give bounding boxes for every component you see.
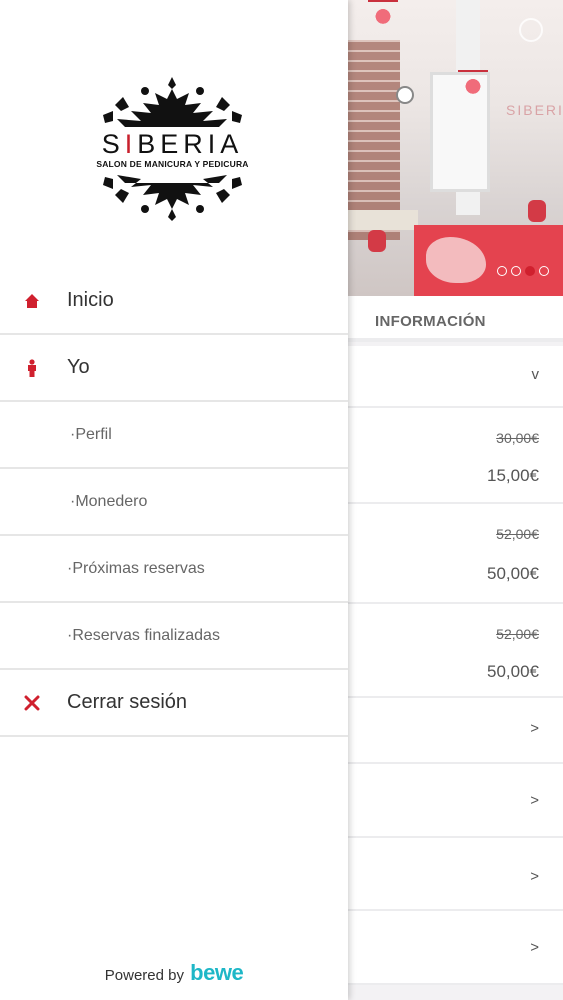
price: 15,00€ [487, 466, 539, 485]
copyright-icon [519, 18, 543, 42]
old-price: 30,00€ [496, 430, 539, 446]
menu-sublabel: ·Próximas reservas [67, 559, 205, 577]
carousel-dot[interactable] [497, 266, 507, 276]
service-row[interactable]: 52,00€ 50,00€ [348, 504, 563, 604]
info-section-title: INFORMACIÓN [348, 296, 563, 342]
old-price: 52,00€ [496, 526, 539, 542]
chevron-right-icon[interactable]: > [530, 792, 539, 809]
service-list: v 30,00€ 15,00€ 52,00€ 50,00€ 52,00€ 50,… [348, 346, 563, 985]
menu-item-cerrar-sesion[interactable]: Cerrar sesión [0, 670, 348, 737]
carousel-dot[interactable] [511, 266, 521, 276]
menu-sublabel: ·Perfil [70, 425, 112, 443]
carousel-dot-active[interactable] [525, 266, 535, 276]
chandelier [368, 0, 398, 26]
menu-item-perfil[interactable]: ·Perfil [0, 402, 348, 469]
menu-item-reservas-finalizadas[interactable]: ·Reservas finalizadas [0, 603, 348, 670]
category-row[interactable]: > [348, 698, 563, 764]
chandelier [458, 70, 488, 96]
snowflake-bottom-icon [103, 175, 242, 221]
menu-item-yo[interactable]: Yo [0, 335, 348, 402]
salon-hero-image[interactable]: SIBERIA [348, 0, 563, 296]
siberia-logo: SIBERIA SALON DE MANICURA Y PEDICURA [95, 75, 250, 225]
category-row[interactable]: > [348, 838, 563, 911]
service-row[interactable]: 52,00€ 50,00€ [348, 604, 563, 698]
drawer-menu: Inicio Yo ·Perfil ·Monedero ·Próximas re… [0, 268, 348, 737]
menu-item-proximas-reservas[interactable]: ·Próximas reservas [0, 536, 348, 603]
brand-tagline: SALON DE MANICURA Y PEDICURA [96, 159, 249, 169]
menu-label: Inicio [67, 289, 114, 311]
menu-sublabel: ·Reservas finalizadas [67, 626, 220, 644]
menu-label: Yo [67, 356, 90, 378]
powered-by-text: Powered by [104, 967, 184, 984]
price: 50,00€ [487, 564, 539, 583]
home-icon [23, 292, 41, 310]
category-row[interactable]: > [348, 911, 563, 985]
chevron-right-icon[interactable]: > [530, 720, 539, 737]
chevron-right-icon[interactable]: > [530, 868, 539, 885]
price: 50,00€ [487, 662, 539, 681]
collapse-row[interactable]: v [348, 346, 563, 408]
clock-icon [396, 86, 414, 104]
wall-logo: SIBERIA [506, 102, 563, 118]
snowflake-top-icon [103, 77, 242, 127]
person-icon [23, 358, 41, 377]
category-row[interactable]: > [348, 764, 563, 838]
menu-sublabel: ·Monedero [70, 492, 148, 510]
old-price: 52,00€ [496, 626, 539, 642]
bewe-logo: bewe [190, 960, 244, 985]
powered-by-footer[interactable]: Powered by bewe [0, 960, 348, 986]
carousel-dot[interactable] [539, 266, 549, 276]
menu-item-inicio[interactable]: Inicio [0, 268, 348, 335]
close-icon [23, 694, 41, 712]
menu-item-monedero[interactable]: ·Monedero [0, 469, 348, 536]
service-row[interactable]: 30,00€ 15,00€ [348, 408, 563, 504]
menu-label: Cerrar sesión [67, 691, 188, 713]
chevron-down-icon[interactable]: v [532, 366, 540, 383]
carousel-dots[interactable] [497, 266, 549, 276]
brand-name: SIBERIA [101, 129, 244, 159]
chevron-right-icon[interactable]: > [530, 939, 539, 956]
navigation-drawer: SIBERIA SALON DE MANICURA Y PEDICURA Ini… [0, 0, 348, 1000]
